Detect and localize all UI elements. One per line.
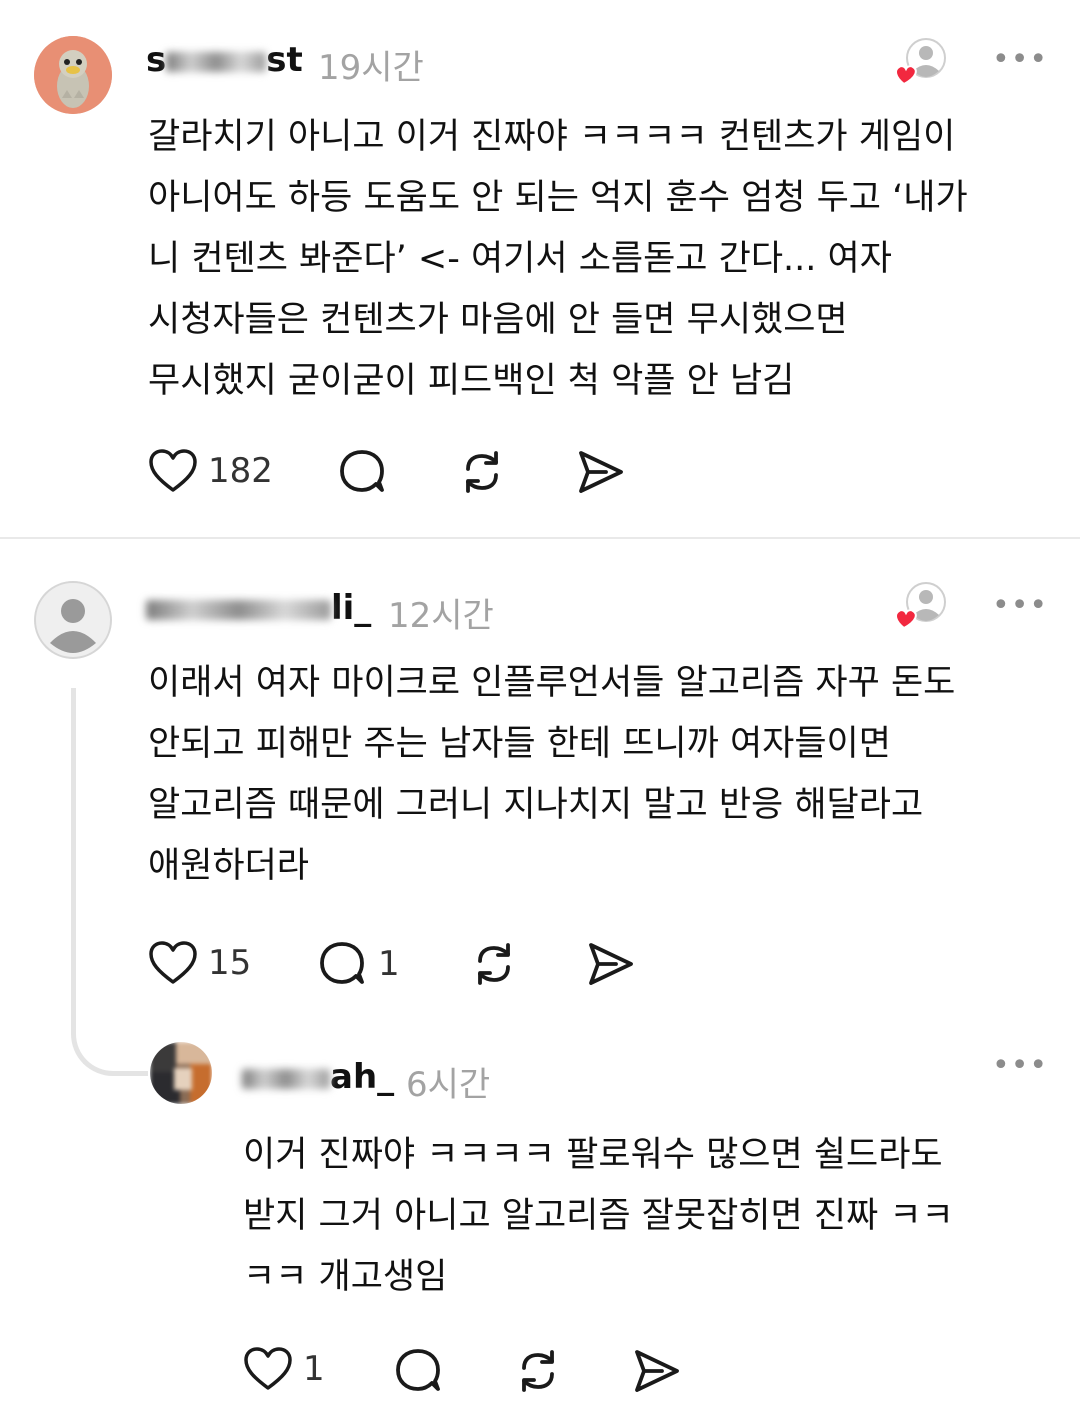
heart-icon [244, 1347, 292, 1390]
like-count: 15 [208, 943, 252, 983]
divider [0, 537, 1080, 539]
default-user-icon [34, 581, 112, 659]
more-icon[interactable]: ••• [992, 42, 1048, 77]
text-line: 받지 그거 아니고 알고리즘 잘못잡히면 진짜 ㅋㅋ [243, 1196, 954, 1236]
comment-icon[interactable] [394, 1346, 444, 1396]
share-icon[interactable] [586, 940, 636, 988]
comment-text: 갈라치기 아니고 이거 진짜야 ㅋㅋㅋㅋ 컨텐츠가 게임이 아니어도 하등 도움… [148, 107, 968, 412]
blurred-photo-avatar-icon [150, 1042, 212, 1104]
reply-button[interactable]: 1 [318, 939, 400, 989]
more-icon[interactable]: ••• [992, 1048, 1048, 1083]
like-count: 182 [208, 451, 273, 491]
text-line: 이거 진짜야 ㅋㅋㅋㅋ 팔로워수 많으면 쉴드라도 [243, 1135, 943, 1175]
like-button[interactable]: 15 [148, 940, 251, 986]
timestamp: 12시간 [388, 596, 494, 636]
avatar[interactable] [150, 1042, 212, 1104]
username[interactable]: ah_ [242, 1057, 394, 1097]
share-icon[interactable] [576, 448, 626, 496]
text-line: 안되고 피해만 주는 남자들 한테 뜨니까 여자들이면 [148, 724, 891, 764]
more-icon[interactable]: ••• [992, 588, 1048, 623]
like-count: 1 [303, 1349, 325, 1389]
username-suffix: st [266, 40, 303, 80]
text-line: 이래서 여자 마이크로 인플루언서들 알고리즘 자꾸 돈도 [148, 663, 956, 703]
text-line: 무시했지 굳이굳이 피드백인 척 악플 안 남김 [148, 361, 795, 401]
text-line: 아니어도 하등 도움도 안 되는 억지 훈수 엄청 두고 ‘내가 [148, 178, 968, 218]
username-suffix: ah_ [330, 1057, 395, 1097]
repost-icon[interactable] [468, 939, 520, 989]
text-line: 애원하더라 [148, 846, 310, 886]
heart-icon [149, 449, 197, 492]
comment-icon [320, 942, 364, 984]
bird-avatar-icon [34, 36, 112, 114]
reply-count: 1 [378, 944, 400, 984]
avatar[interactable] [34, 581, 112, 659]
username-blur [242, 1068, 330, 1089]
username[interactable]: s st [146, 40, 303, 80]
author-liked-icon [895, 38, 946, 86]
text-line: 시청자들은 컨텐츠가 마음에 안 들면 무시했으면 [148, 300, 848, 340]
text-line: 갈라치기 아니고 이거 진짜야 ㅋㅋㅋㅋ 컨텐츠가 게임이 [148, 117, 956, 157]
username-suffix: li_ [331, 588, 372, 628]
timestamp: 6시간 [406, 1065, 491, 1105]
text-line: ㅋㅋ 개고생임 [243, 1257, 448, 1297]
repost-icon[interactable] [512, 1346, 564, 1396]
timestamp: 19시간 [318, 48, 424, 88]
thread-connector-line [71, 688, 148, 1076]
comment-text: 이거 진짜야 ㅋㅋㅋㅋ 팔로워수 많으면 쉴드라도 받지 그거 아니고 알고리즘… [243, 1125, 954, 1308]
username-blur [146, 599, 331, 620]
like-button[interactable]: 182 [148, 448, 273, 494]
share-icon[interactable] [632, 1347, 682, 1395]
username[interactable]: li_ [146, 588, 371, 628]
username-blur [166, 51, 267, 72]
avatar[interactable] [34, 36, 112, 114]
like-button[interactable]: 1 [243, 1346, 325, 1392]
repost-icon[interactable] [456, 447, 508, 497]
heart-icon [149, 941, 197, 984]
author-liked-icon [895, 582, 946, 630]
comment-text: 이래서 여자 마이크로 인플루언서들 알고리즘 자꾸 돈도 안되고 피해만 주는… [148, 653, 955, 897]
text-line: 니 컨텐츠 봐준다’ <- 여기서 소름돋고 간다... 여자 [148, 239, 892, 279]
text-line: 알고리즘 때문에 그러니 지나치지 말고 반응 해달라고 [148, 785, 924, 825]
comment-icon[interactable] [338, 447, 388, 497]
username-prefix: s [146, 40, 167, 80]
